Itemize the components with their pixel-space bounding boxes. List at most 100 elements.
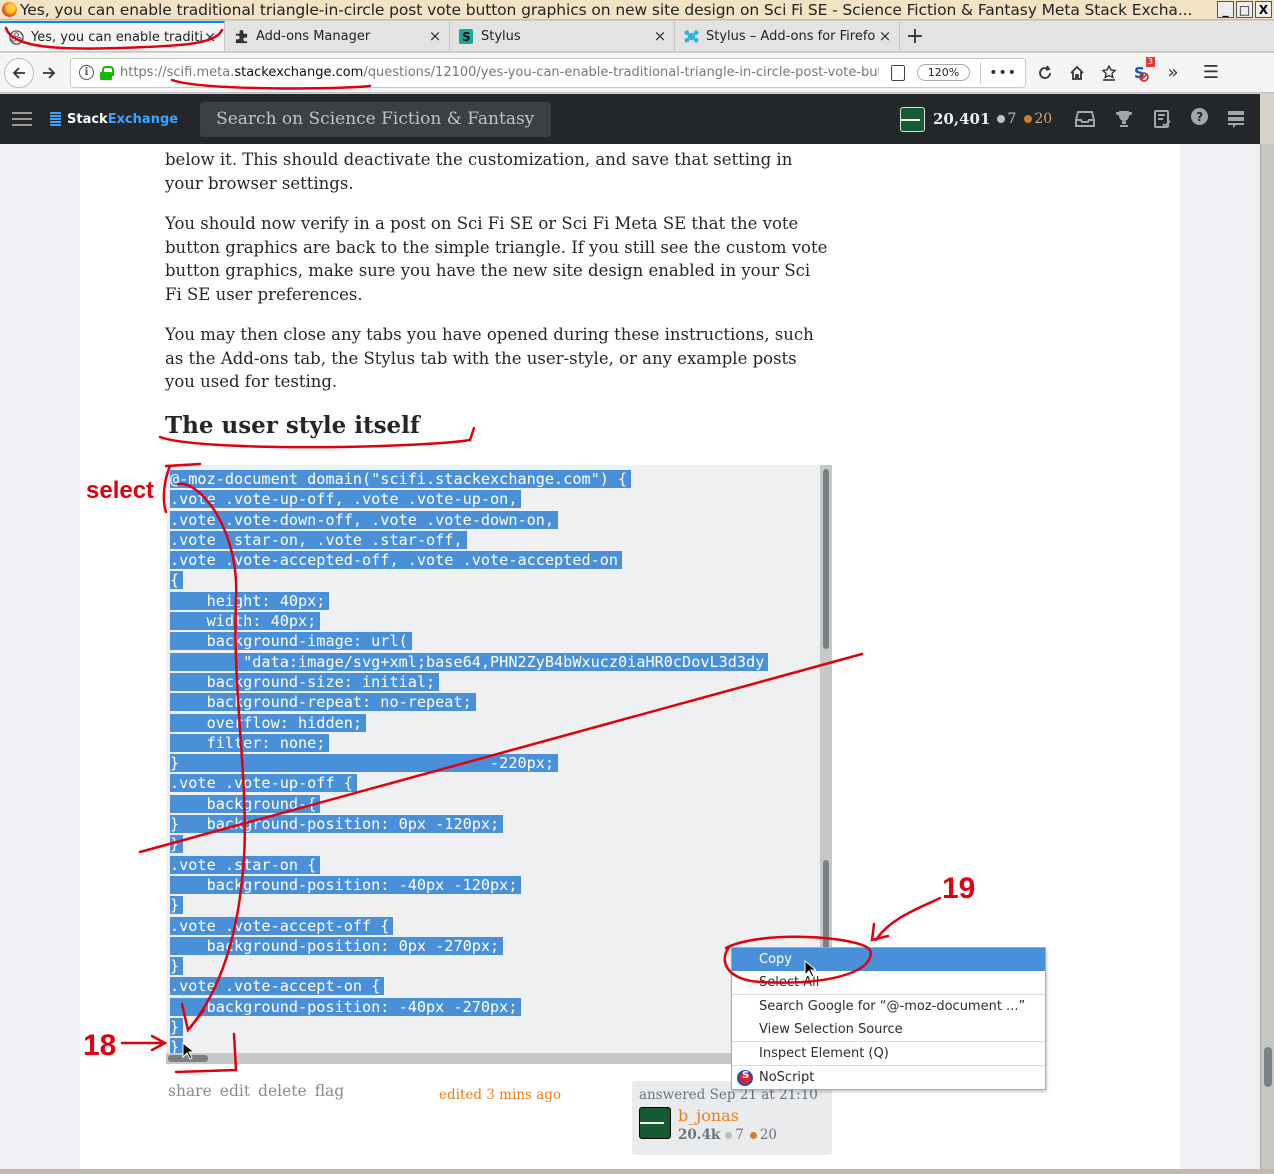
stackexchange-icon xyxy=(8,29,24,45)
bronze-badge-icon xyxy=(1024,115,1033,123)
code-line[interactable]: @-moz-document domain("scifi.stackexchan… xyxy=(170,469,768,489)
code-line[interactable]: "data:image/svg+xml;base64,PHN2ZyB4bWxuc… xyxy=(170,652,769,672)
menu-item-copy[interactable]: Copy xyxy=(732,948,1045,971)
menu-item-inspect-element[interactable]: Inspect Element (Q) xyxy=(732,1042,1045,1065)
code-line[interactable]: .vote .star-on { xyxy=(170,855,768,875)
code-line[interactable]: } -220px; xyxy=(170,753,768,773)
stackexchange-logo[interactable]: Stack Exchange xyxy=(50,112,178,127)
user-name-link[interactable]: b_jonas xyxy=(678,1107,777,1125)
code-line[interactable]: .vote .vote-accept-off { xyxy=(170,916,768,936)
edited-link[interactable]: edited 3 mins ago xyxy=(439,1087,561,1103)
reputation[interactable]: 20,401 xyxy=(933,110,990,128)
bookmarks-icon[interactable] xyxy=(1098,62,1120,84)
page-actions-button[interactable]: ••• xyxy=(989,65,1017,81)
code-line[interactable]: { xyxy=(170,570,768,590)
code-line[interactable]: height: 40px; xyxy=(170,591,768,611)
arrow-right-icon xyxy=(43,66,56,79)
firefox-icon xyxy=(2,2,17,17)
hamburger-menu-icon[interactable]: ☰ xyxy=(1200,62,1222,84)
back-button[interactable] xyxy=(4,57,34,88)
code-line[interactable]: overflow: hidden; xyxy=(170,713,768,733)
tab-stylus-addons[interactable]: Stylus – Add-ons for Firefo × xyxy=(675,21,900,51)
minimize-button[interactable]: _ xyxy=(1217,1,1234,18)
tab-addons-manager[interactable]: Add-ons Manager × xyxy=(225,21,450,51)
code-line[interactable]: .vote .star-on, .vote .star-off, xyxy=(170,530,768,550)
user-card: answered Sep 21 at 21:10 b_jonas 20.4k 7… xyxy=(632,1081,832,1155)
code-line[interactable]: .vote .vote-down-off, .vote .vote-down-o… xyxy=(170,510,768,530)
forward-button[interactable] xyxy=(34,58,64,88)
code-line[interactable]: background-size: initial; xyxy=(170,672,768,692)
review-queue-icon[interactable] xyxy=(1152,108,1174,130)
code-line[interactable]: width: 40px; xyxy=(170,611,768,631)
code-line[interactable]: .vote .vote-up-off { xyxy=(170,773,768,793)
code-line[interactable]: .vote .vote-up-off, .vote .vote-up-on, xyxy=(170,489,768,509)
new-tab-button[interactable]: + xyxy=(900,21,930,51)
paragraph: You may then close any tabs you have ope… xyxy=(165,325,814,391)
site-switcher-icon[interactable] xyxy=(1225,108,1247,130)
inbox-icon[interactable] xyxy=(1074,108,1096,130)
post-menu: share edit delete flag xyxy=(168,1082,344,1100)
lock-icon[interactable] xyxy=(100,65,114,80)
tab-close-icon[interactable]: × xyxy=(427,27,443,45)
stackexchange-extension-icon[interactable]: S 3 xyxy=(1130,56,1155,84)
overflow-chevron-icon[interactable]: » xyxy=(1162,62,1184,84)
flag-link[interactable]: flag xyxy=(315,1082,345,1100)
code-line[interactable]: background-position: -40px -120px; xyxy=(170,875,768,895)
edit-link[interactable]: edit xyxy=(220,1082,250,1100)
close-window-button[interactable]: X xyxy=(1255,1,1272,18)
url-bar[interactable]: i https://scifi.meta.stackexchange.com/q… xyxy=(70,57,1026,88)
delete-link[interactable]: delete xyxy=(258,1082,307,1100)
code-line[interactable]: } xyxy=(170,834,768,854)
reader-view-icon[interactable] xyxy=(890,64,905,81)
window-titlebar: Yes, you can enable traditional triangle… xyxy=(0,0,1274,20)
tab-question[interactable]: Yes, you can enable traditi × xyxy=(0,21,225,51)
user-card-avatar[interactable] xyxy=(639,1107,671,1139)
tab-label: Stylus – Add-ons for Firefo xyxy=(706,28,876,44)
code-line[interactable]: } xyxy=(170,956,768,976)
tab-label: Yes, you can enable traditi xyxy=(31,29,202,45)
code-line[interactable]: } background-position: 0px -120px; xyxy=(170,814,768,834)
share-link[interactable]: share xyxy=(168,1082,212,1100)
tab-label: Add-ons Manager xyxy=(256,28,371,44)
code-line[interactable]: background-repeat: no-repeat; xyxy=(170,692,768,712)
code-line[interactable]: } xyxy=(170,895,768,915)
page-scrollbar-thumb[interactable] xyxy=(1264,1047,1272,1087)
menu-item-select-all[interactable]: Select All xyxy=(732,971,1045,994)
menu-item-noscript[interactable]: NoScript xyxy=(732,1066,1045,1089)
code-line[interactable]: .vote .vote-accepted-off, .vote .vote-ac… xyxy=(170,550,768,570)
url-text[interactable]: https://scifi.meta.stackexchange.com/que… xyxy=(120,65,879,80)
code-lines[interactable]: @-moz-document domain("scifi.stackexchan… xyxy=(170,469,769,1054)
window-bottom-edge xyxy=(0,1169,1274,1174)
menu-item-view-selection-source[interactable]: View Selection Source xyxy=(732,1018,1045,1041)
se-menu-button[interactable] xyxy=(0,118,44,120)
silver-badge-icon xyxy=(997,115,1006,123)
code-line[interactable]: } xyxy=(170,1037,768,1054)
code-line[interactable]: background-position: -40px -270px; xyxy=(170,997,768,1017)
silver-badge-count: 7 xyxy=(997,111,1016,127)
divider xyxy=(980,61,982,84)
tab-close-icon[interactable]: × xyxy=(877,27,893,45)
trophy-icon[interactable] xyxy=(1113,108,1135,130)
code-line[interactable]: } xyxy=(170,1017,768,1037)
user-avatar[interactable] xyxy=(900,106,925,132)
zoom-level-button[interactable]: 120% xyxy=(916,64,971,81)
code-line[interactable]: .vote .vote-accept-on { xyxy=(170,976,768,996)
menu-item-search-google[interactable]: Search Google for “@-moz-document ...” xyxy=(732,995,1045,1018)
code-line[interactable]: background-{ xyxy=(170,794,768,814)
maximize-button[interactable]: □ xyxy=(1236,1,1253,18)
site-search-input[interactable]: Search on Science Fiction & Fantasy xyxy=(200,101,552,137)
paragraph: below it. This should deactivate the cus… xyxy=(165,150,793,193)
code-scrollbar-thumb[interactable] xyxy=(823,469,829,649)
tab-close-icon[interactable]: × xyxy=(202,28,218,46)
page-scrollbar[interactable] xyxy=(1260,144,1274,1174)
code-line[interactable]: background-position: 0px -270px; xyxy=(170,936,768,956)
code-line[interactable]: filter: none; xyxy=(170,733,768,753)
code-line[interactable]: background-image: url( xyxy=(170,631,768,651)
reload-icon[interactable] xyxy=(1034,62,1056,84)
help-icon[interactable]: ? xyxy=(1191,108,1209,125)
window-title: Yes, you can enable traditional triangle… xyxy=(20,0,1193,19)
info-icon[interactable]: i xyxy=(79,65,94,80)
home-icon[interactable] xyxy=(1066,62,1088,84)
tab-close-icon[interactable]: × xyxy=(652,27,668,45)
tab-stylus[interactable]: S Stylus × xyxy=(450,21,675,51)
